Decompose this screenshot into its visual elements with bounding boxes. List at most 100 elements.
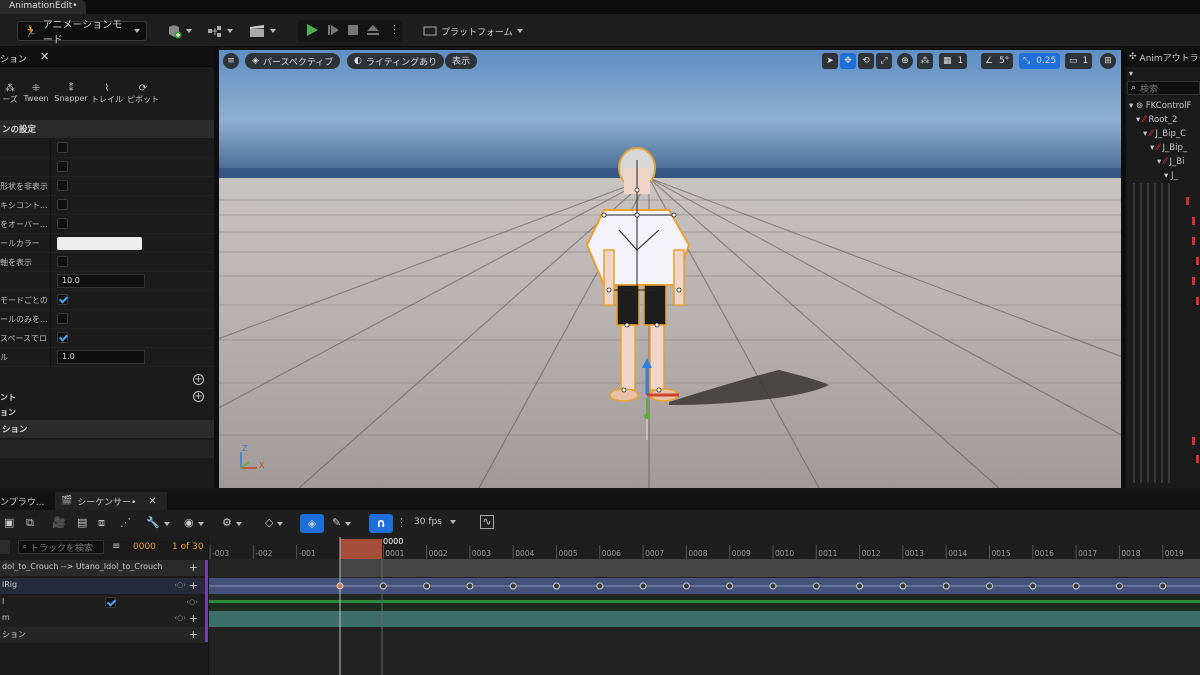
bake-icon[interactable]: ⋰	[120, 516, 131, 529]
add-icon[interactable]: +	[189, 561, 198, 574]
add-cube-icon	[169, 25, 182, 39]
perspective-button[interactable]: ◈ パースペクティブ	[245, 53, 341, 69]
tool-pivot[interactable]: ⟳ ピボット	[127, 83, 159, 105]
stop-button[interactable]	[346, 23, 360, 43]
playback-options-icon[interactable]: ⚙	[222, 516, 242, 529]
add-icon[interactable]: +	[189, 628, 198, 641]
outliner-icon: ✣	[1129, 52, 1137, 62]
checkbox[interactable]	[57, 313, 68, 324]
camera-speed-button[interactable]: ▭ 1	[1065, 53, 1093, 69]
bottom-section-header[interactable]: ション	[0, 420, 214, 438]
document-tab[interactable]: AnimationEdit•	[0, 0, 86, 14]
tree-item[interactable]: ▾ ⁄⁄ J_Bip_C	[1143, 129, 1186, 139]
tree-item[interactable]: ▾ ⁄⁄ J_Bip_	[1150, 143, 1187, 153]
tool-pose[interactable]: ⁂ ーズ	[0, 83, 20, 105]
checkbox[interactable]	[57, 218, 68, 229]
outliner-title[interactable]: Animアウトライ	[1140, 51, 1200, 64]
show-button[interactable]: 表示	[445, 53, 478, 69]
add-actor-button[interactable]	[166, 21, 192, 41]
select-icon[interactable]: ➤	[822, 53, 838, 69]
track-row[interactable]: ション +	[0, 627, 208, 643]
rotate-icon[interactable]: ⟲	[858, 53, 874, 69]
snap-magnet-icon[interactable]: ∩	[369, 514, 393, 533]
checkbox[interactable]	[57, 142, 68, 153]
property-row: スペースでロ...	[0, 329, 214, 348]
kebab-icon[interactable]: ⋮	[396, 516, 407, 529]
mode-dropdown[interactable]: 🏃 アニメーションモード	[17, 20, 147, 46]
tab-content-browser[interactable]: ンプラウ...	[0, 495, 44, 508]
find-asset-icon[interactable]: ⧉	[26, 516, 34, 530]
wrench-icon[interactable]: 🔧	[146, 516, 170, 529]
surface-snap-icon[interactable]: ⁂	[917, 53, 933, 69]
add-icon[interactable]: +	[189, 579, 198, 592]
checkbox-checked[interactable]	[57, 294, 68, 305]
save-icon[interactable]: ▣	[4, 516, 14, 529]
tool-tween[interactable]: ⁜ Tween	[22, 83, 50, 103]
camera-cut-icon[interactable]: ▤	[77, 516, 87, 529]
checkbox-checked[interactable]	[105, 597, 116, 608]
curve-editor-icon[interactable]: ∿	[480, 515, 494, 529]
angle-snap-button[interactable]: ∠ 5°	[981, 53, 1014, 69]
playhead-label: 0000	[383, 537, 404, 546]
settings-section-header[interactable]: ンの設定	[0, 120, 214, 138]
tool-trails[interactable]: ⌇ トレイル	[91, 83, 123, 105]
platform-button[interactable]: プラットフォーム	[423, 21, 523, 41]
scale-icon[interactable]: ⤢	[876, 53, 892, 69]
step-button[interactable]	[326, 23, 340, 43]
number-field[interactable]: 10.0	[57, 274, 145, 288]
world-space-icon[interactable]: ⊕	[897, 53, 913, 69]
eye-icon[interactable]: ◉	[184, 516, 204, 529]
tree-item[interactable]: ▾ ⊚ FKControlF	[1129, 101, 1191, 111]
add-circle-icon[interactable]: +	[193, 374, 204, 385]
checkbox[interactable]	[57, 256, 68, 267]
current-frame-field[interactable]: 0000	[133, 542, 156, 552]
track-search-input[interactable]: ⌕ トラックを検索	[18, 540, 104, 554]
track-row[interactable]: dol_to_Crouch --> Utano_Idol_to_Crouch +	[0, 560, 208, 576]
move-icon[interactable]: ✥	[840, 53, 856, 69]
number-field[interactable]: 1.0	[57, 350, 145, 364]
key-icon[interactable]: ◇	[265, 516, 284, 529]
ruler-label: -003	[212, 549, 230, 558]
tool-snapper[interactable]: ⁑ Snapper	[54, 83, 88, 103]
tree-item[interactable]: ▾ ⁄⁄ Root_2	[1136, 115, 1177, 125]
ruler-label: 0013	[904, 549, 924, 558]
render-movie-icon[interactable]: 🎥	[52, 516, 66, 529]
checkbox[interactable]	[57, 161, 68, 172]
maximize-icon[interactable]: ⊞	[1100, 53, 1116, 69]
filter-chevron-icon[interactable]: ▾	[1129, 69, 1133, 78]
outliner-search[interactable]: ⌕ 検索	[1127, 81, 1200, 95]
play-button[interactable]	[305, 23, 319, 43]
checkbox-checked[interactable]	[57, 332, 68, 343]
pencil-icon[interactable]: ✎	[332, 516, 352, 529]
add-track-button[interactable]	[0, 540, 10, 554]
panel-tab-label[interactable]: ション	[0, 52, 27, 65]
track-row[interactable]: m + ‹○›	[0, 611, 208, 627]
add-icon[interactable]: +	[189, 612, 198, 625]
fps-dropdown[interactable]: 30 fps	[414, 517, 456, 527]
level-viewport[interactable]: Z X ≡ ◈ パースペクティブ ◐ ライティングあり 表示 ➤ ✥ ⟲ ⤢ ⊕ ⁂…	[219, 50, 1121, 488]
auto-key-icon[interactable]: ◈	[300, 514, 324, 533]
add-circle-icon[interactable]: +	[193, 391, 204, 402]
tree-item[interactable]: ▾ J_	[1164, 171, 1178, 181]
checkbox[interactable]	[57, 199, 68, 210]
checkbox[interactable]	[57, 180, 68, 191]
lighting-button[interactable]: ◐ ライティングあり	[347, 53, 445, 69]
timeline-area[interactable]: 0000 -003 -002 -001 0001 0002 0003 0004 0005 000…	[209, 537, 1200, 675]
track-row[interactable]: lRig + ‹○›	[0, 578, 208, 594]
bottom-row-label: ョン	[0, 408, 16, 417]
close-icon[interactable]: ✕	[148, 496, 156, 507]
hamburger-menu-icon[interactable]: ≡	[223, 53, 239, 69]
filter-icon[interactable]: ≡	[112, 541, 120, 552]
blueprint-button[interactable]	[207, 21, 233, 41]
color-swatch[interactable]	[57, 237, 142, 250]
scale-snap-button[interactable]: ⤡ 0.25	[1019, 53, 1061, 69]
tree-item[interactable]: ▾ ⁄⁄ J_Bi	[1157, 157, 1184, 167]
cinematics-button[interactable]	[248, 21, 276, 41]
tab-sequencer[interactable]: 🎬 シーケンサー• ✕	[55, 492, 167, 510]
grid-snap-button[interactable]: ▦ 1	[939, 53, 968, 69]
play-options-button[interactable]: ⋮	[389, 23, 400, 43]
clip-icon[interactable]: ⧈	[98, 516, 105, 530]
track-row[interactable]: l ‹○›	[0, 595, 208, 611]
eject-button[interactable]	[366, 23, 380, 43]
close-icon[interactable]: ✕	[40, 50, 49, 63]
